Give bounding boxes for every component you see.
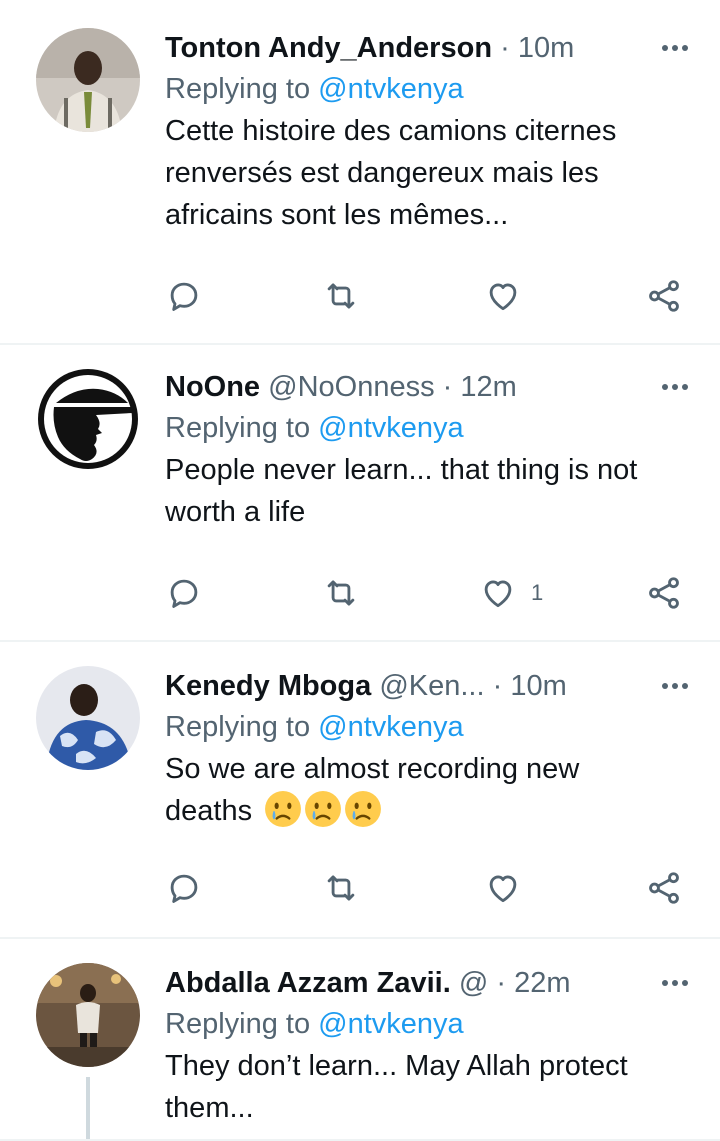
tweet-text-line: So we are almost recording new <box>165 753 580 785</box>
tweet-text: People never learn... that thing is not … <box>165 449 695 533</box>
separator: · <box>500 32 510 64</box>
reply-button[interactable] <box>165 573 203 613</box>
crying-face-icon <box>265 791 302 827</box>
tweet-text-line: People never learn... that thing is not <box>165 454 638 486</box>
more-icon[interactable] <box>655 963 695 1003</box>
tweet-header: Abdalla Azzam Zavii. @ · 22m <box>165 963 695 1003</box>
mention-link[interactable]: @ntvkenya <box>318 412 464 444</box>
tweet-actions <box>165 868 690 908</box>
reply-icon <box>170 282 198 311</box>
tweet-text-line: africains sont les mêmes... <box>165 199 509 231</box>
tweet[interactable]: Tonton Andy_Anderson · 10m Replying to @… <box>0 0 720 344</box>
tweet-header: Tonton Andy_Anderson · 10m <box>165 28 695 68</box>
reply-icon <box>170 579 198 608</box>
tweet-actions <box>165 276 690 316</box>
display-name[interactable]: Tonton Andy_Anderson <box>165 32 492 64</box>
reply-button[interactable] <box>165 868 203 908</box>
thread-connector <box>86 1077 90 1141</box>
share-icon <box>649 872 679 904</box>
tweet-header: Kenedy Mboga @Ken... · 10m <box>165 666 695 706</box>
more-icon[interactable] <box>655 367 695 407</box>
share-icon <box>649 280 679 312</box>
replying-to-label: Replying to <box>165 412 319 444</box>
mention-link[interactable]: @ntvkenya <box>318 73 464 105</box>
crying-face-emoji-group <box>264 791 384 827</box>
display-name[interactable]: Kenedy Mboga <box>165 670 371 702</box>
tweet-text-line: worth a life <box>165 496 306 528</box>
tweet-text-line: renversés est dangereux mais les <box>165 157 599 189</box>
avatar[interactable] <box>36 367 140 471</box>
tweet-actions: 1 <box>165 573 690 613</box>
avatar-photo-icon <box>36 963 140 1067</box>
separator: · <box>496 967 507 999</box>
tweet-text-fragment: deaths <box>165 795 253 827</box>
tweet-text: Cette histoire des camions citernes renv… <box>165 110 695 236</box>
tweet-text-line: They don’t learn... May Allah protect <box>165 1050 628 1082</box>
like-button[interactable]: 1 <box>479 573 543 613</box>
reply-icon <box>170 874 198 903</box>
heart-icon <box>489 875 517 903</box>
timestamp[interactable]: 10m <box>518 32 574 64</box>
avatar[interactable] <box>36 963 140 1067</box>
heart-icon <box>489 283 517 311</box>
tweet-text: They don’t learn... May Allah protect th… <box>165 1045 695 1129</box>
share-icon <box>649 577 679 609</box>
retweet-button[interactable] <box>322 868 360 908</box>
replying-to: Replying to @ntvkenya <box>165 68 695 110</box>
avatar-photo-icon <box>36 666 140 770</box>
tweet-text-line-with-emoji: deaths 😢😢😢 <box>165 790 695 832</box>
tweet-header: NoOne @NoOnness · 12m <box>165 367 695 407</box>
like-button[interactable] <box>484 276 536 316</box>
share-button[interactable] <box>645 573 683 613</box>
display-name[interactable]: NoOne <box>165 371 260 403</box>
more-icon[interactable] <box>655 28 695 68</box>
tweet[interactable]: NoOne @NoOnness · 12m Replying to @ntvke… <box>0 345 720 641</box>
heart-icon <box>484 580 512 608</box>
replying-to: Replying to @ntvkenya <box>165 706 695 748</box>
avatar-photo-icon <box>36 28 140 132</box>
timestamp[interactable]: 22m <box>514 967 570 999</box>
timestamp[interactable]: 10m <box>510 670 566 702</box>
retweet-icon <box>327 580 355 606</box>
replying-to-label: Replying to <box>165 711 319 743</box>
user-handle[interactable]: @Ken... <box>379 670 484 702</box>
avatar[interactable] <box>36 28 140 132</box>
avatar[interactable] <box>36 666 140 770</box>
user-handle[interactable]: @ <box>459 967 488 999</box>
like-count: 1 <box>531 580 544 605</box>
timestamp[interactable]: 12m <box>460 371 516 403</box>
tweet-text: So we are almost recording new deaths 😢😢… <box>165 748 695 832</box>
mention-link[interactable]: @ntvkenya <box>318 1008 464 1040</box>
retweet-icon <box>327 875 355 901</box>
reply-button[interactable] <box>165 276 203 316</box>
retweet-button[interactable] <box>322 573 360 613</box>
tweet[interactable]: Kenedy Mboga @Ken... · 10m Replying to @… <box>0 642 720 938</box>
share-button[interactable] <box>645 276 683 316</box>
retweet-icon <box>327 283 355 309</box>
crying-face-icon <box>305 791 342 827</box>
replying-to: Replying to @ntvkenya <box>165 1003 695 1045</box>
crying-face-icon <box>345 791 382 827</box>
mention-link[interactable]: @ntvkenya <box>318 711 464 743</box>
more-icon[interactable] <box>655 666 695 706</box>
replying-to-label: Replying to <box>165 73 319 105</box>
replying-to-label: Replying to <box>165 1008 319 1040</box>
share-button[interactable] <box>645 868 683 908</box>
separator: · <box>442 371 453 403</box>
separator: · <box>492 670 503 702</box>
like-button[interactable] <box>484 868 536 908</box>
tweet-text-line: Cette histoire des camions citernes <box>165 115 617 147</box>
display-name[interactable]: Abdalla Azzam Zavii. <box>165 967 451 999</box>
replying-to: Replying to @ntvkenya <box>165 407 695 449</box>
retweet-button[interactable] <box>322 276 360 316</box>
user-handle[interactable]: @NoOnness <box>268 371 434 403</box>
tweet[interactable]: Abdalla Azzam Zavii. @ · 22m Replying to… <box>0 939 720 1141</box>
avatar-logo-icon <box>36 367 140 471</box>
tweet-text-line: them... <box>165 1092 254 1124</box>
